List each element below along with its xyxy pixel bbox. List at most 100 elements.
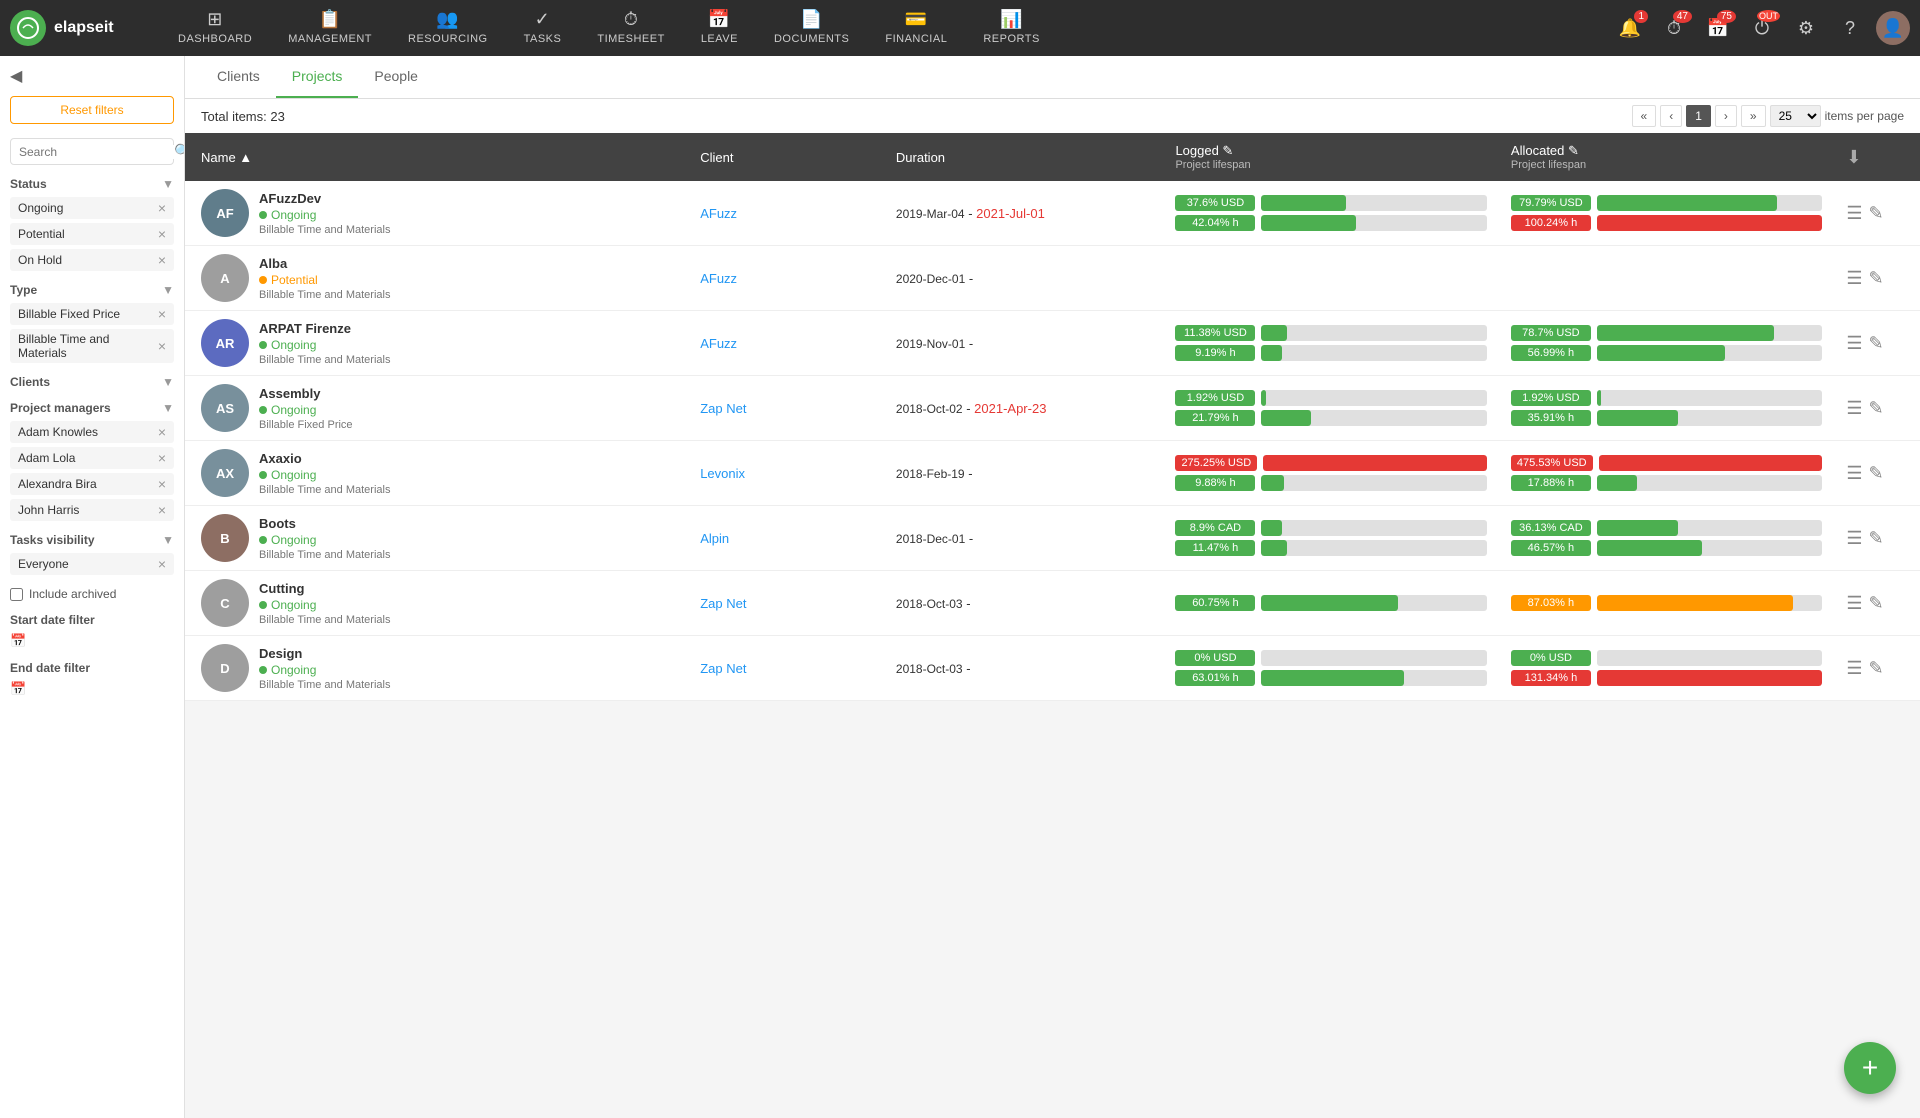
tab-projects[interactable]: Projects xyxy=(276,56,359,98)
logo-icon xyxy=(10,10,46,46)
remove-everyone[interactable]: × xyxy=(158,556,166,572)
client-link[interactable]: Zap Net xyxy=(700,401,746,416)
timesheet-badge[interactable]: ⏱ 47 xyxy=(1656,10,1692,46)
remove-onhold[interactable]: × xyxy=(158,252,166,268)
logged-usd-label: 1.92% USD xyxy=(1175,390,1255,406)
status-label[interactable]: Status ▼ xyxy=(10,177,174,191)
settings-icon[interactable]: ⚙ xyxy=(1788,10,1824,46)
th-logged[interactable]: Logged ✎ Project lifespan xyxy=(1163,133,1498,181)
list-view-button[interactable]: ☰ xyxy=(1846,593,1862,614)
list-view-button[interactable]: ☰ xyxy=(1846,333,1862,354)
search-input[interactable] xyxy=(19,145,174,159)
client-link[interactable]: Zap Net xyxy=(700,661,746,676)
list-view-button[interactable]: ☰ xyxy=(1846,528,1862,549)
tab-people[interactable]: People xyxy=(358,56,434,98)
tabs: Clients Projects People xyxy=(185,56,1920,99)
remove-alexandra[interactable]: × xyxy=(158,476,166,492)
allocated-h-label: 35.91% h xyxy=(1511,410,1591,426)
help-icon[interactable]: ? xyxy=(1832,10,1868,46)
edit-button[interactable]: ✎ xyxy=(1869,658,1884,679)
project-client-cell: AFuzz xyxy=(688,181,884,246)
download-icon[interactable]: ⬇ xyxy=(1846,147,1861,167)
edit-button[interactable]: ✎ xyxy=(1869,333,1884,354)
end-date-calendar-icon[interactable]: 📅 xyxy=(10,681,26,696)
search-icon[interactable]: 🔍 xyxy=(174,143,185,160)
type-label[interactable]: Type ▼ xyxy=(10,283,174,297)
logout-badge[interactable]: ⏻ OUT xyxy=(1744,10,1780,46)
items-per-page-select[interactable]: 25 50 100 xyxy=(1770,105,1821,127)
action-buttons: ☰ ✎ xyxy=(1846,398,1908,419)
add-button[interactable]: + xyxy=(1844,1042,1896,1094)
list-view-button[interactable]: ☰ xyxy=(1846,203,1862,224)
edit-button[interactable]: ✎ xyxy=(1869,203,1884,224)
remove-john[interactable]: × xyxy=(158,502,166,518)
type-arrow-icon: ▼ xyxy=(162,283,174,297)
logged-h-label: 9.88% h xyxy=(1175,475,1255,491)
page-prev-button[interactable]: ‹ xyxy=(1660,105,1682,127)
nav-timesheet[interactable]: ⏱ TIMESHEET xyxy=(579,1,682,55)
financial-icon: 💳 xyxy=(905,9,928,30)
tabs-bar: Clients Projects People Total items: 23 … xyxy=(185,56,1920,133)
nav-management[interactable]: 📋 MANAGEMENT xyxy=(270,1,390,55)
client-link[interactable]: AFuzz xyxy=(700,271,737,286)
th-duration[interactable]: Duration xyxy=(884,133,1164,181)
edit-button[interactable]: ✎ xyxy=(1869,593,1884,614)
client-link[interactable]: AFuzz xyxy=(700,206,737,221)
notification-bell[interactable]: 🔔 1 xyxy=(1612,10,1648,46)
logo[interactable]: elapseit xyxy=(10,10,140,46)
sidebar-toggle[interactable]: ◀ xyxy=(10,66,174,86)
client-link[interactable]: AFuzz xyxy=(700,336,737,351)
client-link[interactable]: Levonix xyxy=(700,466,745,481)
reset-filters-button[interactable]: Reset filters xyxy=(10,96,174,124)
status-text: Ongoing xyxy=(271,533,316,547)
list-view-button[interactable]: ☰ xyxy=(1846,463,1862,484)
project-allocated-cell: 0% USD 131.34% h xyxy=(1499,636,1834,701)
remove-adam-k[interactable]: × xyxy=(158,424,166,440)
allocated-h-track xyxy=(1597,410,1822,426)
nav-items: ⊞ DASHBOARD 📋 MANAGEMENT 👥 RESOURCING ✓ … xyxy=(160,1,1612,55)
nav-financial[interactable]: 💳 FINANCIAL xyxy=(867,1,965,55)
remove-potential[interactable]: × xyxy=(158,226,166,242)
include-archived-label[interactable]: Include archived xyxy=(10,587,174,601)
list-view-button[interactable]: ☰ xyxy=(1846,658,1862,679)
th-allocated[interactable]: Allocated ✎ Project lifespan xyxy=(1499,133,1834,181)
remove-adam-l[interactable]: × xyxy=(158,450,166,466)
user-avatar[interactable]: 👤 xyxy=(1876,11,1910,45)
list-view-button[interactable]: ☰ xyxy=(1846,398,1862,419)
clients-label[interactable]: Clients ▼ xyxy=(10,375,174,389)
project-name: Cutting xyxy=(259,581,390,596)
th-name[interactable]: Name ▲ xyxy=(185,133,688,181)
tab-clients[interactable]: Clients xyxy=(201,56,276,98)
project-duration-cell: 2019-Nov-01 - xyxy=(884,311,1164,376)
nav-resourcing[interactable]: 👥 RESOURCING xyxy=(390,1,506,55)
edit-button[interactable]: ✎ xyxy=(1869,463,1884,484)
list-view-button[interactable]: ☰ xyxy=(1846,268,1862,289)
page-last-button[interactable]: » xyxy=(1741,105,1766,127)
page-first-button[interactable]: « xyxy=(1632,105,1657,127)
nav-reports[interactable]: 📊 REPORTS xyxy=(965,1,1057,55)
client-link[interactable]: Zap Net xyxy=(700,596,746,611)
start-date-calendar-icon[interactable]: 📅 xyxy=(10,633,26,648)
client-link[interactable]: Alpin xyxy=(700,531,729,546)
pm-label[interactable]: Project managers ▼ xyxy=(10,401,174,415)
edit-button[interactable]: ✎ xyxy=(1869,528,1884,549)
edit-button[interactable]: ✎ xyxy=(1869,268,1884,289)
nav-dashboard[interactable]: ⊞ DASHBOARD xyxy=(160,1,270,55)
allocated-usd-row: 36.13% CAD xyxy=(1511,520,1822,536)
remove-fixed[interactable]: × xyxy=(158,306,166,322)
th-client[interactable]: Client xyxy=(688,133,884,181)
calendar-badge[interactable]: 📅 75 xyxy=(1700,10,1736,46)
tasks-visibility-label[interactable]: Tasks visibility ▼ xyxy=(10,533,174,547)
remove-tm[interactable]: × xyxy=(158,338,166,354)
page-next-button[interactable]: › xyxy=(1715,105,1737,127)
nav-documents[interactable]: 📄 DOCUMENTS xyxy=(756,1,867,55)
project-actions-cell: ☰ ✎ xyxy=(1834,376,1920,441)
nav-tasks[interactable]: ✓ TASKS xyxy=(506,1,580,55)
project-thumbnail: D xyxy=(201,644,249,692)
include-archived-checkbox[interactable] xyxy=(10,588,23,601)
nav-leave[interactable]: 📅 LEAVE xyxy=(683,1,756,55)
page-current-button[interactable]: 1 xyxy=(1686,105,1711,127)
remove-ongoing[interactable]: × xyxy=(158,200,166,216)
edit-button[interactable]: ✎ xyxy=(1869,398,1884,419)
brand-name: elapseit xyxy=(54,19,114,37)
